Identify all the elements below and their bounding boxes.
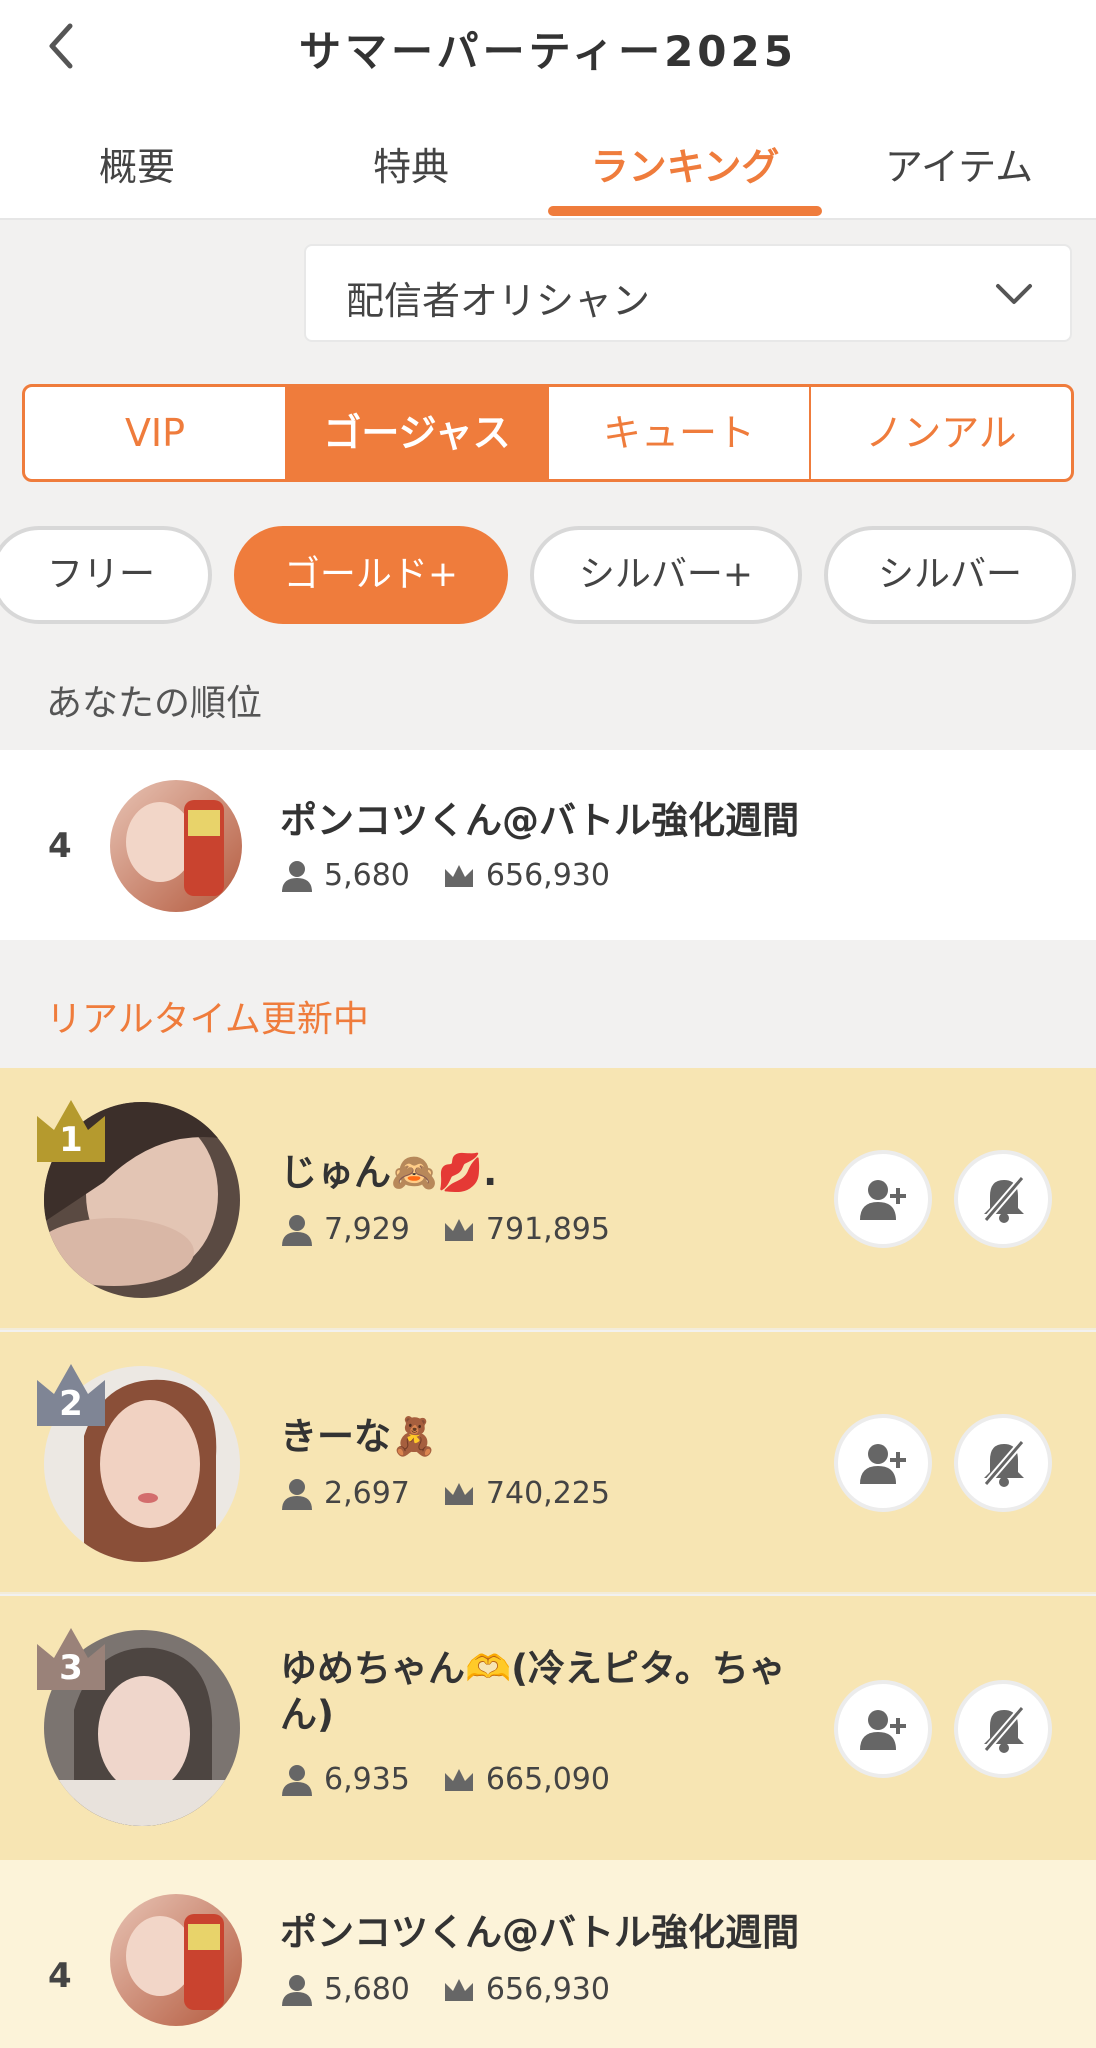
pill-silver[interactable]: シルバー xyxy=(824,526,1076,624)
bell-off-icon xyxy=(983,1705,1025,1753)
segment-non-alcohol[interactable]: ノンアル xyxy=(811,387,1071,479)
segment-cute[interactable]: キュート xyxy=(549,387,811,479)
crown-icon xyxy=(444,1218,473,1241)
tab-bar: 概要 特典 ランキング アイテム xyxy=(0,96,1096,220)
rank-number: 1 xyxy=(59,1120,83,1160)
ranking-row-1[interactable]: 1 じゅん🙈💋. 7,929 791,895 xyxy=(0,1068,1096,1330)
streamer-name: ポンコツくん@バトル強化週間 xyxy=(280,799,800,842)
ranking-row-4[interactable]: 4 ポンコツくん@バトル強化週間 5,680 656,930 xyxy=(0,1860,1096,2048)
notification-toggle-button[interactable] xyxy=(954,1680,1052,1778)
point-count: 791,895 xyxy=(485,1212,610,1247)
avatar[interactable] xyxy=(110,1894,242,2026)
notification-toggle-button[interactable] xyxy=(954,1414,1052,1512)
person-icon xyxy=(282,1974,312,2006)
my-rank-heading: あなたの順位 xyxy=(46,683,263,724)
point-count: 740,225 xyxy=(485,1476,610,1511)
stats: 6,935 665,090 xyxy=(280,1762,642,1797)
realtime-label: リアルタイム更新中 xyxy=(46,999,369,1040)
follower-count: 5,680 xyxy=(324,858,410,893)
streamer-name: じゅん🙈💋. xyxy=(280,1151,498,1194)
add-user-icon xyxy=(860,1710,906,1750)
tab-overview[interactable]: 概要 xyxy=(0,136,274,189)
point-count: 656,930 xyxy=(485,1972,610,2007)
streamer-name: ゆめちゃん🫶(冷えピタ。ちゃん) xyxy=(280,1647,786,1736)
person-icon xyxy=(282,1478,312,1510)
add-user-icon xyxy=(860,1444,906,1484)
crown-icon xyxy=(444,864,473,887)
streamer-name: きーな🧸 xyxy=(280,1415,438,1458)
category-dropdown[interactable]: 配信者オリシャン xyxy=(304,244,1072,342)
bell-off-icon xyxy=(983,1175,1025,1223)
notification-toggle-button[interactable] xyxy=(954,1150,1052,1248)
chevron-down-icon xyxy=(996,284,1032,304)
ranking-row-3[interactable]: 3 ゆめちゃん🫶(冷えピタ。ちゃん) 6,935 665,090 xyxy=(0,1596,1096,1860)
tier-filter: フリー ゴールド+ シルバー+ シルバー xyxy=(0,526,1096,626)
crown-icon xyxy=(444,1978,473,2001)
rank-crown-silver: 2 xyxy=(34,1362,108,1428)
tab-ranking[interactable]: ランキング xyxy=(548,136,822,189)
my-rank-row[interactable]: 4 ポンコツくん@バトル強化週間 5,680 656,930 xyxy=(0,750,1096,940)
crown-icon xyxy=(444,1768,473,1791)
segment-gorgeous[interactable]: ゴージャス xyxy=(287,387,549,479)
follow-button[interactable] xyxy=(834,1150,932,1248)
follower-count: 2,697 xyxy=(324,1476,410,1511)
follower-count: 7,929 xyxy=(324,1212,410,1247)
person-icon xyxy=(282,860,312,892)
avatar[interactable] xyxy=(110,780,242,912)
segment-vip[interactable]: VIP xyxy=(25,387,287,479)
point-count: 656,930 xyxy=(485,858,610,893)
add-user-icon xyxy=(860,1180,906,1220)
pill-gold-plus[interactable]: ゴールド+ xyxy=(234,526,508,624)
follower-count: 5,680 xyxy=(324,1972,410,2007)
rank-number: 3 xyxy=(59,1648,83,1688)
follow-button[interactable] xyxy=(834,1680,932,1778)
class-segmented-control: VIP ゴージャス キュート ノンアル xyxy=(22,384,1074,482)
rank-crown-bronze: 3 xyxy=(34,1626,108,1692)
streamer-name: ポンコツくん@バトル強化週間 xyxy=(280,1911,800,1954)
stats: 5,680 656,930 xyxy=(280,858,642,893)
rank-number: 4 xyxy=(48,826,72,866)
stats: 7,929 791,895 xyxy=(280,1212,642,1247)
page-title: サマーパーティー2025 xyxy=(299,27,797,76)
rank-crown-gold: 1 xyxy=(34,1098,108,1164)
ranking-row-2[interactable]: 2 きーな🧸 2,697 740,225 xyxy=(0,1332,1096,1594)
tab-benefits[interactable]: 特典 xyxy=(274,136,548,189)
dropdown-value: 配信者オリシャン xyxy=(346,279,651,323)
active-tab-indicator xyxy=(548,206,822,216)
header-bar: サマーパーティー2025 xyxy=(0,0,1096,96)
bell-off-icon xyxy=(983,1439,1025,1487)
pill-silver-plus[interactable]: シルバー+ xyxy=(530,526,802,624)
follow-button[interactable] xyxy=(834,1414,932,1512)
stats: 5,680 656,930 xyxy=(280,1972,642,2007)
rank-number: 4 xyxy=(48,1956,72,1996)
stats: 2,697 740,225 xyxy=(280,1476,642,1511)
pill-free[interactable]: フリー xyxy=(0,526,212,624)
person-icon xyxy=(282,1764,312,1796)
crown-icon xyxy=(444,1482,473,1505)
point-count: 665,090 xyxy=(485,1762,610,1797)
rank-number: 2 xyxy=(59,1384,83,1424)
tab-items[interactable]: アイテム xyxy=(822,136,1096,189)
follower-count: 6,935 xyxy=(324,1762,410,1797)
person-icon xyxy=(282,1214,312,1246)
